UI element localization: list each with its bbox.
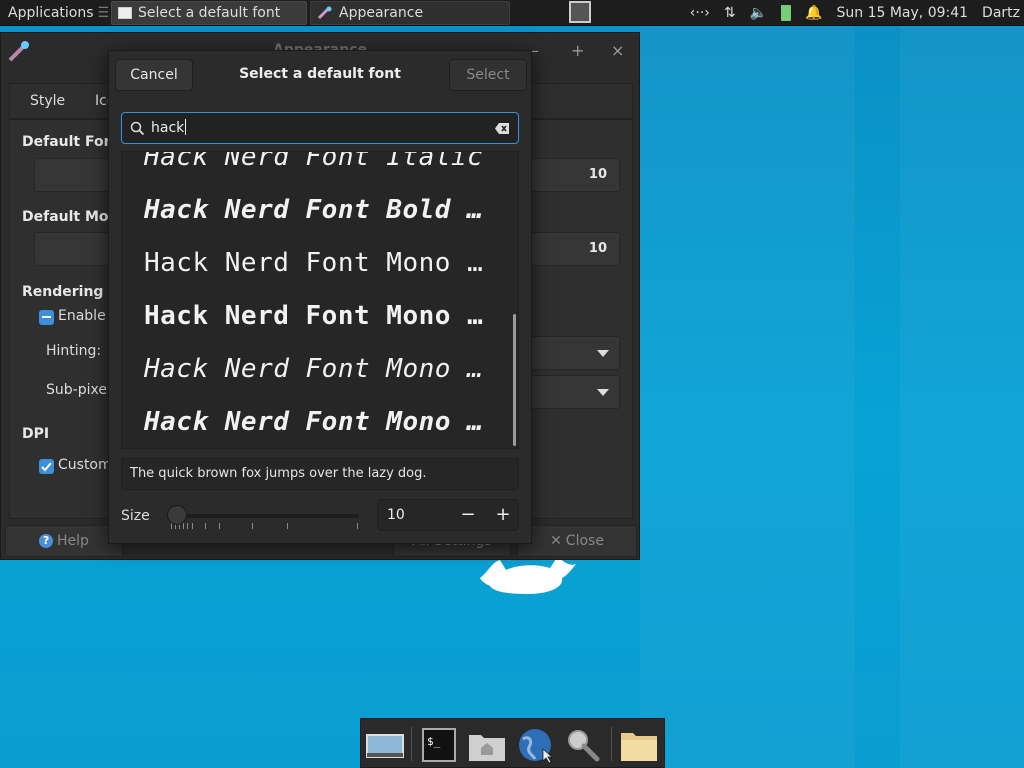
- size-label: Size: [121, 508, 150, 524]
- applications-label: Applications: [8, 4, 94, 21]
- taskbar-item-font-dialog[interactable]: Select a default font: [111, 1, 307, 25]
- appearance-icon: [317, 6, 332, 20]
- close-label: Close: [565, 533, 604, 549]
- help-button[interactable]: ? Help: [5, 525, 123, 557]
- taskbar-label: Select a default font: [138, 5, 281, 21]
- size-slider[interactable]: [167, 514, 359, 518]
- font-list-item[interactable]: Hack Nerd Font Mono Bold Italic: [144, 407, 494, 437]
- hinting-label: Hinting:: [46, 343, 102, 359]
- magnifier-icon: [568, 730, 600, 762]
- preview-text: The quick brown fox jumps over the lazy …: [130, 466, 427, 481]
- chevron-down-icon: [597, 350, 609, 357]
- dock-separator: [611, 727, 612, 761]
- default-monospace-size: 10: [588, 241, 607, 256]
- window-icon: [118, 7, 132, 19]
- slider-tick: [205, 523, 206, 529]
- font-chooser-dialog: Cancel Select a default font Select hack…: [108, 50, 532, 544]
- app-finder-launcher[interactable]: [563, 727, 603, 763]
- size-spinbutton[interactable]: 10 − +: [377, 499, 519, 531]
- subpixel-label: Sub-pixel order:: [46, 382, 106, 398]
- custom-dpi-label: Custom DPI setting:: [58, 457, 108, 473]
- folder-launcher[interactable]: [619, 727, 659, 763]
- minimize-icon[interactable]: –: [531, 41, 539, 60]
- wallpaper-stripe: [900, 26, 1024, 768]
- font-search-input[interactable]: hack: [121, 112, 519, 144]
- close-icon[interactable]: ×: [611, 41, 624, 60]
- close-x-icon: ✕: [550, 533, 562, 549]
- slider-tick: [187, 523, 188, 529]
- taskbar-label: Appearance: [339, 5, 424, 21]
- slider-tick: [183, 523, 184, 529]
- rendering-heading: Rendering: [22, 284, 104, 300]
- applications-menu-button[interactable]: Applications ☰: [0, 0, 108, 26]
- dialog-header: Cancel Select a default font Select: [109, 51, 531, 99]
- globe-icon: [519, 729, 554, 764]
- terminal-icon: $_: [422, 728, 456, 762]
- help-label: Help: [57, 533, 89, 549]
- font-list-item[interactable]: Hack Nerd Font Bold Italic: [144, 195, 494, 225]
- dock-separator: [411, 727, 412, 761]
- menu-lines-icon: ☰: [97, 4, 108, 21]
- default-monospace-heading: Default Monospace Font: [22, 209, 112, 225]
- notification-bell-icon[interactable]: 🔔: [805, 5, 822, 21]
- default-font-size: 10: [588, 167, 607, 182]
- size-value: 10: [387, 507, 405, 523]
- slider-tick: [252, 523, 253, 529]
- font-list[interactable]: Hack Nerd Font Italic Hack Nerd Font Bol…: [121, 151, 519, 449]
- home-folder-icon: [469, 735, 505, 761]
- font-list-item[interactable]: Hack Nerd Font Mono Regular: [144, 248, 494, 278]
- maximize-icon[interactable]: +: [571, 41, 584, 60]
- dpi-heading: DPI: [22, 426, 50, 442]
- battery-icon[interactable]: [781, 5, 792, 21]
- decrease-size-button[interactable]: −: [458, 504, 478, 525]
- tab-style[interactable]: Style: [30, 93, 65, 109]
- text-caret: [185, 119, 187, 135]
- show-desktop-icon[interactable]: [569, 1, 591, 23]
- network-transfer-icon[interactable]: ⇅: [724, 5, 736, 21]
- slider-tick: [357, 523, 358, 529]
- increase-size-button[interactable]: +: [493, 504, 513, 525]
- checkmark-icon: [41, 462, 52, 472]
- bottom-dock: $_: [360, 718, 665, 768]
- wallpaper-stripe: [640, 26, 855, 768]
- file-manager-launcher[interactable]: [467, 727, 507, 763]
- network-arrows-icon[interactable]: ‹··›: [690, 5, 710, 21]
- top-panel: Applications ☰ Select a default font App…: [0, 0, 1024, 26]
- custom-dpi-checkbox[interactable]: [39, 459, 54, 474]
- close-button[interactable]: ✕ Close: [517, 525, 637, 557]
- font-list-scrollbar[interactable]: [513, 314, 516, 446]
- chevron-down-icon: [597, 389, 609, 396]
- desktop-icon: [366, 734, 404, 758]
- clear-search-icon[interactable]: [494, 122, 510, 135]
- font-list-item[interactable]: Hack Nerd Font Italic: [144, 152, 494, 172]
- antialias-label: Enable anti-aliasing: [58, 308, 108, 324]
- indeterminate-mark-icon: [42, 316, 51, 318]
- antialias-checkbox[interactable]: [39, 310, 54, 325]
- system-tray: ‹··› ⇅ 🔈 🔔 Sun 15 May, 09:41 Dartz: [690, 0, 1024, 26]
- terminal-launcher[interactable]: $_: [419, 727, 459, 763]
- cancel-button[interactable]: Cancel: [115, 59, 193, 91]
- volume-icon[interactable]: 🔈: [750, 5, 767, 21]
- font-list-item[interactable]: Hack Nerd Font Mono Bold: [144, 301, 494, 331]
- slider-tick: [219, 523, 220, 529]
- tab-icons[interactable]: Icons: [95, 93, 109, 109]
- web-browser-launcher[interactable]: [515, 727, 555, 764]
- default-font-heading: Default Font: [22, 134, 112, 150]
- font-preview-field[interactable]: The quick brown fox jumps over the lazy …: [121, 458, 519, 490]
- taskbar-item-appearance[interactable]: Appearance: [310, 1, 510, 25]
- show-desktop-launcher[interactable]: [365, 727, 405, 763]
- select-button[interactable]: Select: [449, 59, 527, 91]
- slider-tick: [192, 523, 193, 529]
- font-list-item[interactable]: Hack Nerd Font Mono Italic: [144, 354, 494, 384]
- search-query: hack: [151, 119, 187, 136]
- search-icon: [130, 121, 145, 136]
- slider-tick: [287, 523, 288, 529]
- user-name[interactable]: Dartz: [982, 5, 1020, 21]
- size-slider-handle[interactable]: [167, 505, 187, 525]
- help-icon: ?: [39, 534, 54, 548]
- clock[interactable]: Sun 15 May, 09:41: [837, 5, 969, 21]
- svg-text:$_: $_: [427, 735, 441, 748]
- folder-icon: [621, 733, 657, 761]
